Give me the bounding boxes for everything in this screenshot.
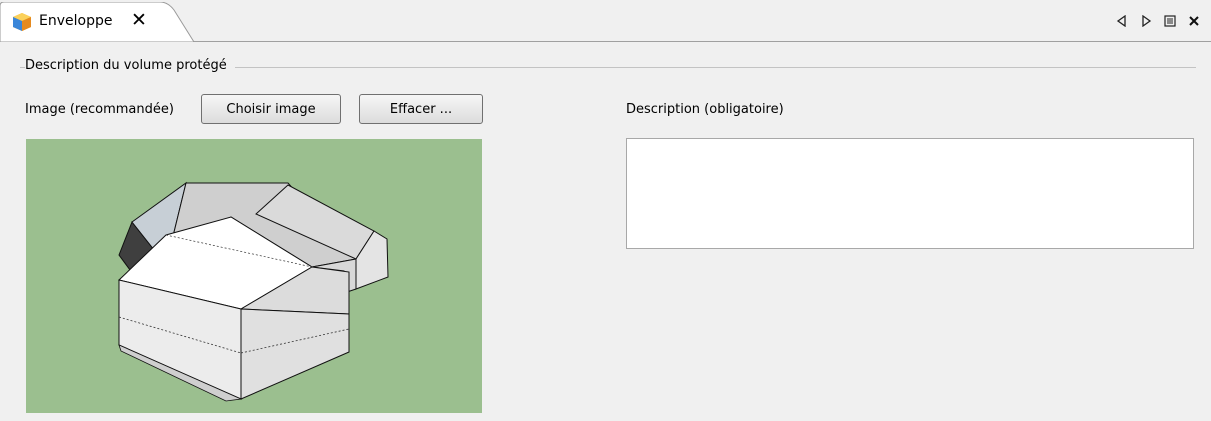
description-textarea[interactable] (626, 138, 1194, 249)
close-icon[interactable] (1183, 10, 1205, 32)
group-title: Description du volume protégé (25, 58, 235, 73)
clear-image-button[interactable]: Effacer ... (359, 94, 483, 124)
description-label: Description (obligatoire) (626, 102, 784, 117)
tab-bar: Enveloppe ✕ (0, 0, 1211, 42)
choose-image-button[interactable]: Choisir image (201, 94, 341, 124)
box-cube-icon (12, 12, 32, 32)
tab-close-icon[interactable]: ✕ (131, 9, 147, 31)
tab-title: Enveloppe (39, 13, 113, 29)
triangle-left-icon[interactable] (1111, 10, 1133, 32)
building-3d-drawing (117, 181, 389, 402)
triangle-right-icon[interactable] (1135, 10, 1157, 32)
view-controls (1109, 9, 1205, 33)
image-label: Image (recommandée) (25, 102, 174, 117)
tab-enveloppe[interactable]: Enveloppe ✕ (0, 2, 196, 42)
volume-image (26, 139, 482, 413)
list-icon[interactable] (1159, 10, 1181, 32)
editor-window: Enveloppe ✕ Description du volume protég… (0, 0, 1211, 421)
